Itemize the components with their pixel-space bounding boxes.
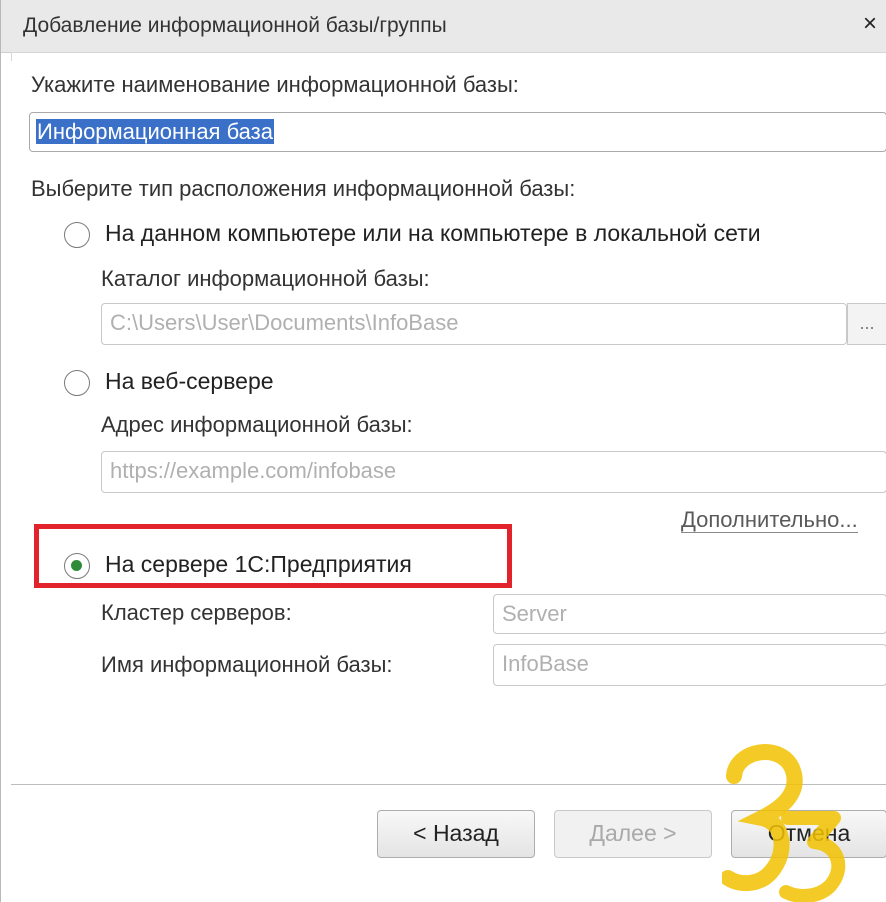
radio-local-label[interactable]: На данном компьютере или на компьютере в… (105, 220, 761, 247)
content-frame (11, 52, 886, 61)
cluster-label: Кластер серверов: (101, 600, 292, 625)
catalog-label: Каталог информационной базы: (101, 266, 430, 291)
next-button[interactable]: Далее > (554, 810, 712, 858)
infobase-name-value: Информационная база (36, 119, 274, 144)
more-link[interactable]: Дополнительно... (681, 508, 858, 533)
infobase-name-input[interactable]: Информационная база (29, 112, 886, 152)
catalog-path-input[interactable]: C:\Users\User\Documents\InfoBase (101, 303, 847, 345)
browse-button[interactable]: ... (847, 303, 886, 345)
location-type-label: Выберите тип расположения информационной… (31, 176, 576, 201)
web-address-label: Адрес информационной базы: (101, 412, 413, 437)
radio-web-server-label[interactable]: На веб-сервере (105, 368, 274, 395)
title-bar: Добавление информационной базы/группы × (1, 0, 886, 53)
db-name-label: Имя информационной базы: (101, 652, 393, 677)
web-address-input[interactable]: https://example.com/infobase (101, 451, 886, 493)
radio-local[interactable] (64, 222, 90, 248)
highlight-frame (34, 524, 512, 588)
db-name-input[interactable]: InfoBase (493, 644, 886, 686)
back-button[interactable]: < Назад (377, 810, 535, 858)
close-icon[interactable]: × (863, 10, 886, 40)
name-label: Укажите наименование информационной базы… (31, 72, 519, 97)
cluster-input[interactable]: Server (493, 594, 886, 634)
window-title: Добавление информационной базы/группы (23, 14, 447, 37)
watermark-logo (722, 744, 846, 902)
radio-web-server[interactable] (64, 370, 90, 396)
